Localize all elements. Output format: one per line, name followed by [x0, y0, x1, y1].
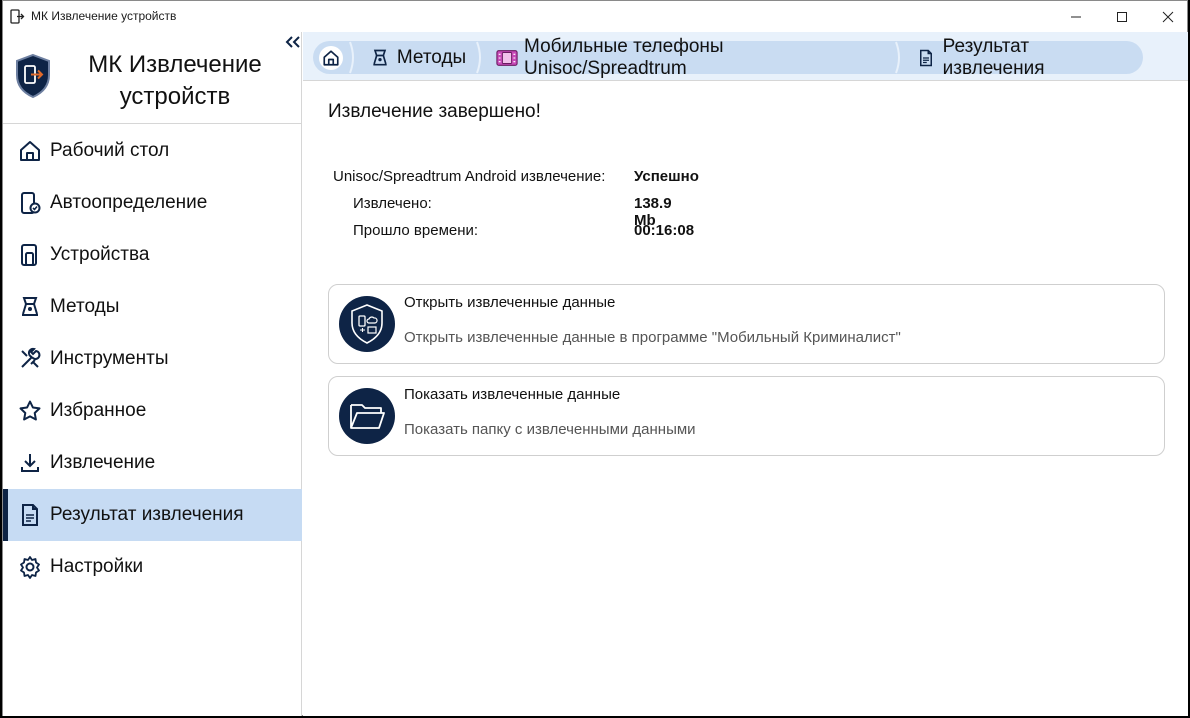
brand-title: МК Извлечение устройств — [55, 49, 295, 113]
sidebar-item-label: Методы — [50, 296, 120, 317]
home-icon — [319, 45, 343, 70]
document-icon — [915, 47, 937, 69]
breadcrumb-label: Методы — [396, 46, 467, 68]
window-title: МК Извлечение устройств — [31, 9, 177, 23]
card-description: Открыть извлеченные данные в программе "… — [404, 329, 901, 346]
phone-chip-icon — [496, 47, 518, 69]
breadcrumb: Методы Мобильные телефоны Unisoc/Spreadt… — [313, 36, 1143, 79]
status-key: Unisoc/Spreadtrum Android извлечение: — [333, 168, 606, 185]
breadcrumb-methods[interactable]: Методы — [359, 41, 476, 74]
breadcrumb-bar: Методы Мобильные телефоны Unisoc/Spreadt… — [303, 32, 1188, 81]
shield-logo-icon — [14, 53, 52, 99]
close-button[interactable] — [1145, 1, 1190, 32]
breadcrumb-label: Результат извлечения — [942, 35, 1045, 79]
main-content: Методы Мобильные телефоны Unisoc/Spreadt… — [303, 32, 1188, 716]
card-description: Показать папку с извлеченными данными — [404, 421, 696, 438]
elapsed-value: 00:16:08 — [634, 222, 695, 239]
sidebar-item-label: Устройства — [50, 244, 150, 265]
card-title: Показать извлеченные данные — [404, 386, 621, 403]
collapse-sidebar-button[interactable] — [282, 32, 304, 52]
breadcrumb-label: Мобильные телефоны Unisoc/Spreadtrum — [524, 35, 724, 79]
breadcrumb-separator — [349, 41, 359, 74]
double-chevron-left-icon — [285, 36, 300, 48]
app-window: МК Извлечение устройств МК Извлечение ус… — [2, 0, 1188, 716]
card-title: Открыть извлеченные данные — [404, 294, 616, 311]
gear-icon — [17, 554, 43, 580]
status-value: Успешно — [634, 168, 699, 185]
sidebar-item-label: Результат извлечения — [50, 504, 244, 525]
title-bar: МК Извлечение устройств — [3, 1, 1187, 32]
show-extracted-data-card[interactable]: Показать извлеченные данные Показать пап… — [328, 376, 1165, 456]
sidebar-item-extraction[interactable]: Извлечение — [3, 437, 302, 489]
shield-devices-icon — [339, 296, 395, 352]
sidebar-item-settings[interactable]: Настройки — [3, 541, 302, 593]
sidebar-item-label: Настройки — [50, 556, 144, 577]
sidebar: МК Извлечение устройств Рабочий стол Авт… — [3, 32, 302, 716]
folder-open-icon — [339, 388, 395, 444]
sidebar-nav: Рабочий стол Автоопределение Устройства … — [3, 125, 302, 593]
star-icon — [17, 398, 43, 424]
breadcrumb-extraction-result[interactable]: Результат извлечения — [905, 36, 1143, 79]
breadcrumb-unisoc-phones[interactable]: Мобильные телефоны Unisoc/Spreadtrum — [486, 36, 895, 79]
sidebar-item-tools[interactable]: Инструменты — [3, 333, 302, 385]
sidebar-item-extraction-result[interactable]: Результат извлечения — [3, 489, 302, 541]
breadcrumb-home[interactable] — [313, 41, 349, 74]
open-extracted-data-card[interactable]: Открыть извлеченные данные Открыть извле… — [328, 284, 1165, 364]
tools-icon — [17, 346, 43, 372]
device-check-icon — [17, 190, 43, 216]
brand-title-line2: устройств — [119, 83, 231, 110]
brand-header: МК Извлечение устройств — [3, 32, 302, 124]
home-icon — [17, 138, 43, 164]
page-title: Извлечение завершено! — [328, 101, 541, 122]
sidebar-item-autodetect[interactable]: Автоопределение — [3, 177, 302, 229]
sidebar-item-methods[interactable]: Методы — [3, 281, 302, 333]
sidebar-item-devices[interactable]: Устройства — [3, 229, 302, 281]
sidebar-item-label: Рабочий стол — [50, 140, 170, 161]
sidebar-item-label: Автоопределение — [50, 192, 208, 213]
sidebar-item-label: Извлечение — [50, 452, 156, 473]
sidebar-item-label: Избранное — [50, 400, 147, 421]
devices-icon — [17, 242, 43, 268]
minimize-button[interactable] — [1053, 1, 1099, 32]
document-icon — [17, 502, 43, 528]
extracted-key: Извлечено: — [353, 195, 432, 212]
sidebar-item-favorites[interactable]: Избранное — [3, 385, 302, 437]
methods-icon — [369, 47, 391, 69]
brand-title-line1: МК Извлечение — [88, 51, 262, 78]
app-icon — [10, 9, 26, 25]
sidebar-item-label: Инструменты — [50, 348, 169, 369]
sidebar-item-desktop[interactable]: Рабочий стол — [3, 125, 302, 177]
download-icon — [17, 450, 43, 476]
breadcrumb-separator — [476, 41, 486, 74]
methods-icon — [17, 294, 43, 320]
maximize-button[interactable] — [1099, 1, 1145, 32]
elapsed-key: Прошло времени: — [353, 222, 479, 239]
breadcrumb-separator — [895, 41, 905, 74]
